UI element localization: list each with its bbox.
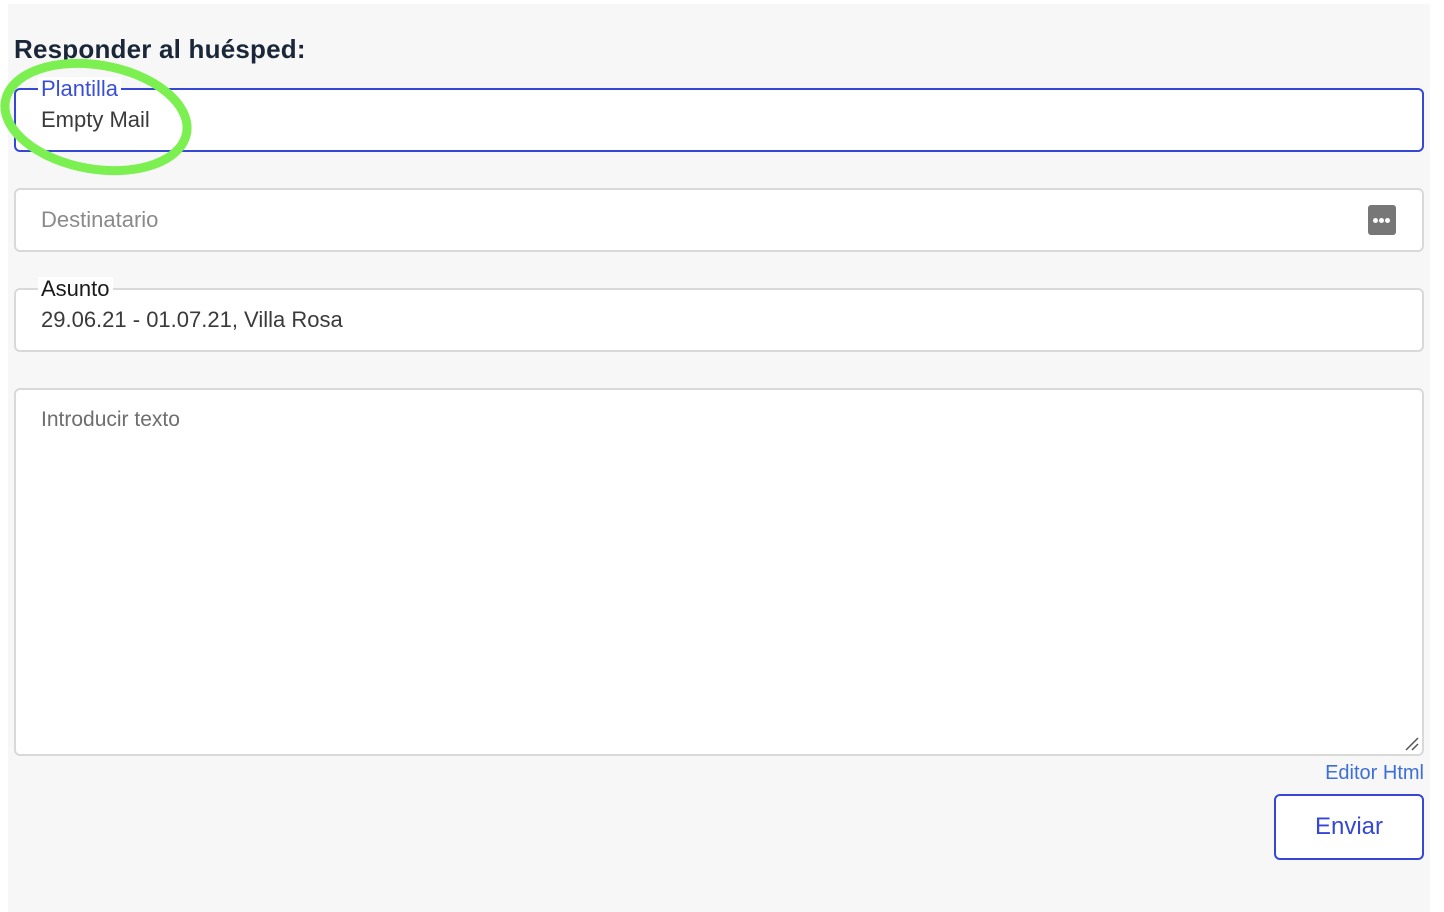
message-body-placeholder: Introducir texto [41,408,180,431]
template-label: Plantilla [38,77,122,101]
subject-label: Asunto [38,277,113,301]
template-select[interactable]: Plantilla Empty Mail [14,77,1424,152]
recipient-placeholder: Destinatario [41,207,159,232]
resize-handle-icon[interactable] [1404,736,1420,752]
send-button[interactable]: Enviar [1274,794,1424,860]
subject-field[interactable]: Asunto 29.06.21 - 01.07.21, Villa Rosa [14,277,1424,352]
more-dots-icon[interactable] [1368,205,1396,235]
template-value: Empty Mail [41,107,150,132]
html-editor-link[interactable]: Editor Html [1325,762,1424,785]
subject-value: 29.06.21 - 01.07.21, Villa Rosa [41,307,343,332]
page-title: Responder al huésped: [14,34,306,64]
message-body-textarea[interactable]: Introducir texto [14,388,1424,756]
recipient-field[interactable]: Destinatario [14,188,1424,252]
